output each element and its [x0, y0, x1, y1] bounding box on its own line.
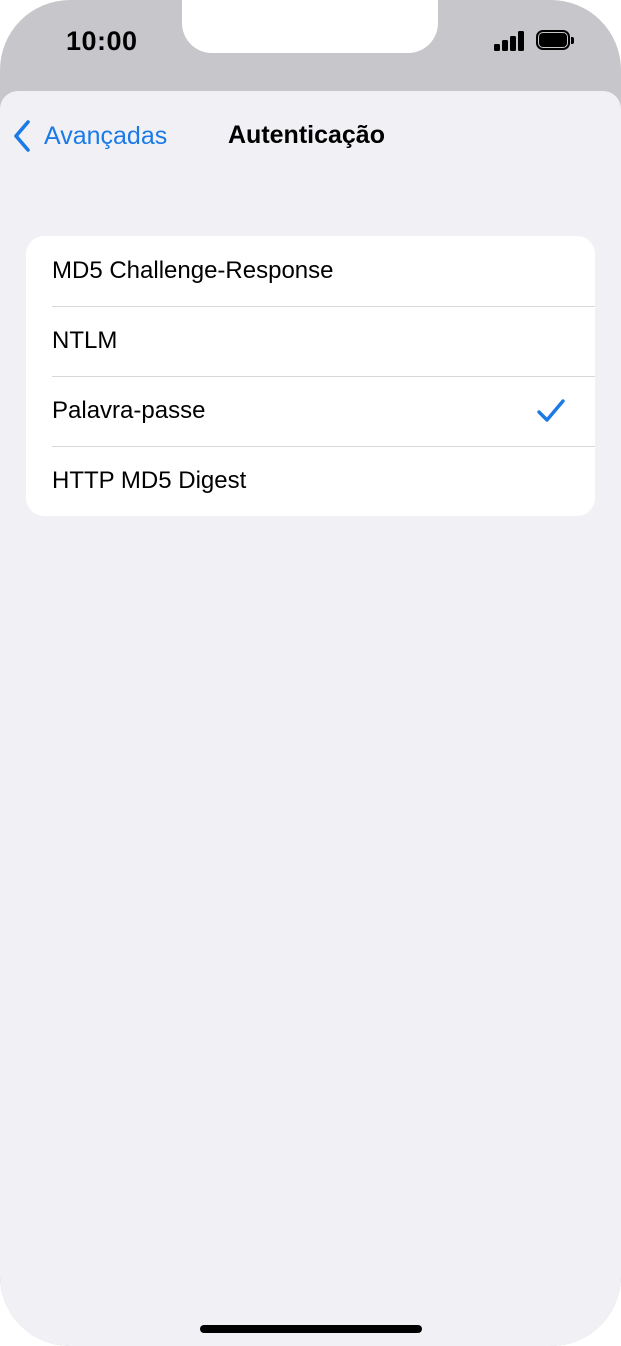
list-item-palavra-passe[interactable]: Palavra-passe: [26, 376, 595, 446]
list-item-label: HTTP MD5 Digest: [52, 467, 247, 494]
list-item-label: MD5 Challenge-Response: [52, 257, 334, 284]
home-indicator[interactable]: [200, 1325, 422, 1333]
chevron-left-icon: [14, 120, 30, 152]
checkmark-icon: [537, 399, 565, 422]
list-item-http-md5-digest[interactable]: HTTP MD5 Digest: [26, 446, 595, 516]
battery-full-icon: [536, 30, 574, 52]
list-item-label: Palavra-passe: [52, 397, 206, 424]
cellular-signal-icon: [494, 31, 526, 51]
phone-frame: 10:00 Avançadas Autenticação MD5 Challen…: [0, 0, 621, 1346]
settings-screen: Avançadas Autenticação MD5 Challenge-Res…: [0, 91, 621, 1346]
list-item-label: NTLM: [52, 327, 118, 354]
authentication-options-list: MD5 Challenge-Response NTLM Palavra-pass…: [26, 236, 595, 516]
status-time: 10:00: [66, 26, 138, 56]
navigation-bar: Avançadas Autenticação: [0, 91, 621, 181]
page-title: Autenticação: [228, 121, 385, 149]
back-button[interactable]: Avançadas: [12, 117, 167, 155]
list-item-ntlm[interactable]: NTLM: [26, 306, 595, 376]
notch: [182, 0, 438, 53]
list-item-md5-challenge-response[interactable]: MD5 Challenge-Response: [26, 236, 595, 306]
back-button-label: Avançadas: [44, 121, 168, 150]
